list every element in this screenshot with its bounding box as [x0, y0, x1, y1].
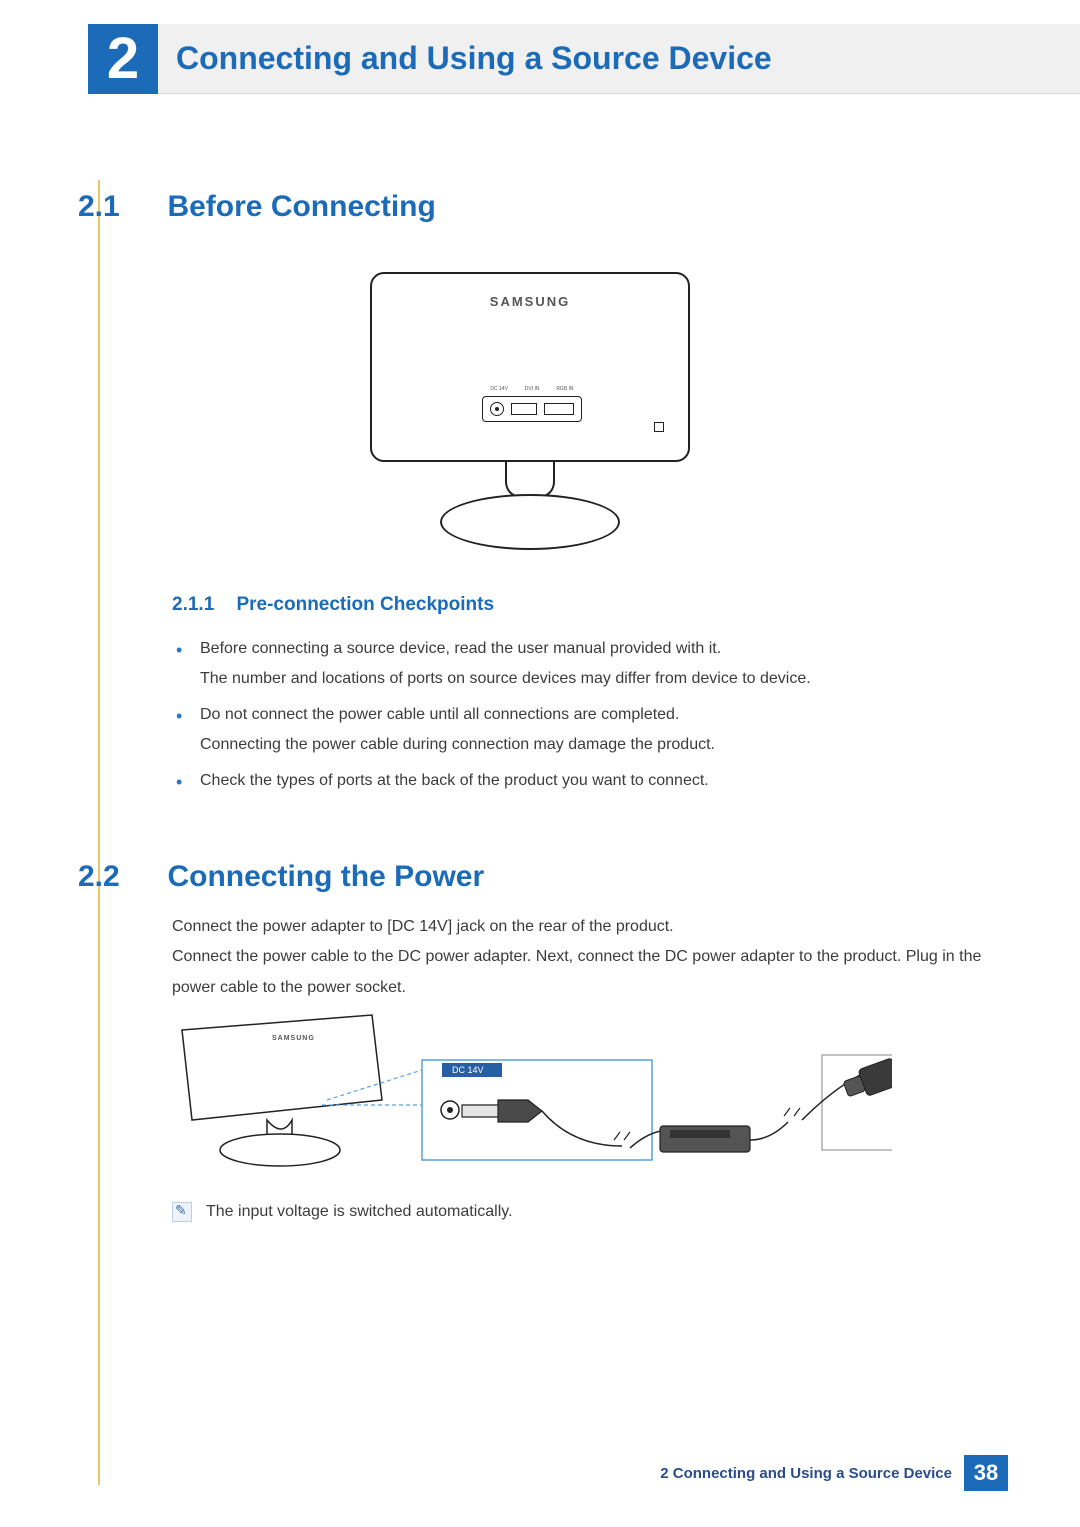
left-margin-rule: [98, 180, 100, 1485]
port-label-dvi: DVI IN: [525, 386, 540, 392]
section-number: 2.2: [78, 860, 163, 894]
footer-chapter-text: 2 Connecting and Using a Source Device: [660, 1465, 952, 1482]
monitor-back-panel: SAMSUNG DC 14V DVI IN RGB IN: [370, 272, 690, 462]
section-2.2-body: Connect the power adapter to [DC 14V] ja…: [172, 912, 1008, 1003]
note-row: The input voltage is switched automatica…: [172, 1202, 513, 1222]
subsection-number: 2.1.1: [172, 594, 232, 616]
bullet-text-line2: The number and locations of ports on sou…: [200, 670, 1008, 688]
note-text: The input voltage is switched automatica…: [206, 1203, 513, 1221]
pre-connection-bullet-list: Before connecting a source device, read …: [172, 640, 1008, 808]
kensington-lock-icon: [654, 422, 664, 432]
bullet-text-line1: Check the types of ports at the back of …: [200, 772, 709, 789]
section-number: 2.1: [78, 190, 163, 224]
monitor-neck: [505, 462, 555, 498]
chapter-number-badge: 2: [88, 24, 158, 94]
port-labels-row: DC 14V DVI IN RGB IN: [482, 386, 582, 392]
port-label-rgb: RGB IN: [556, 386, 573, 392]
port-panel: [482, 396, 582, 422]
page-number-badge: 38: [964, 1455, 1008, 1491]
wall-outlet: [802, 1055, 892, 1150]
bullet-text-line1: Before connecting a source device, read …: [200, 640, 721, 657]
dvi-port-icon: [511, 403, 537, 415]
dc-jack-icon: [490, 402, 504, 416]
port-label-dc: DC 14V: [490, 386, 508, 392]
subsection-title: Pre-connection Checkpoints: [236, 594, 494, 615]
bullet-text-line2: Connecting the power cable during connec…: [200, 736, 1008, 754]
bullet-text-line1: Do not connect the power cable until all…: [200, 706, 679, 723]
section-title: Connecting the Power: [167, 860, 484, 893]
power-adapter-brick: [630, 1108, 800, 1152]
rgb-port-icon: [544, 403, 574, 415]
samsung-small-logo: SAMSUNG: [272, 1035, 315, 1042]
list-item: Before connecting a source device, read …: [172, 640, 1008, 688]
page-footer: 2 Connecting and Using a Source Device 3…: [0, 1455, 1080, 1491]
section-2.1-heading: 2.1 Before Connecting: [78, 190, 1008, 224]
samsung-logo: SAMSUNG: [490, 294, 570, 309]
subsection-2.1.1-heading: 2.1.1 Pre-connection Checkpoints: [172, 594, 1008, 616]
section-title: Before Connecting: [167, 190, 435, 223]
note-icon: [172, 1202, 192, 1222]
figure-monitor-rear: SAMSUNG DC 14V DVI IN RGB IN: [370, 272, 690, 552]
list-item: Check the types of ports at the back of …: [172, 772, 1008, 790]
list-item: Do not connect the power cable until all…: [172, 706, 1008, 754]
dc-callout: DC 14V: [422, 1060, 652, 1160]
power-diagram-svg: SAMSUNG DC 14V: [172, 1000, 892, 1180]
section-2.2-heading: 2.2 Connecting the Power: [78, 860, 1008, 894]
dc-callout-label: DC 14V: [452, 1065, 484, 1075]
monitor-small-icon: SAMSUNG: [182, 1015, 422, 1166]
monitor-base: [440, 494, 620, 550]
figure-power-connection: SAMSUNG DC 14V: [172, 1000, 892, 1180]
chapter-title: Connecting and Using a Source Device: [176, 40, 772, 77]
